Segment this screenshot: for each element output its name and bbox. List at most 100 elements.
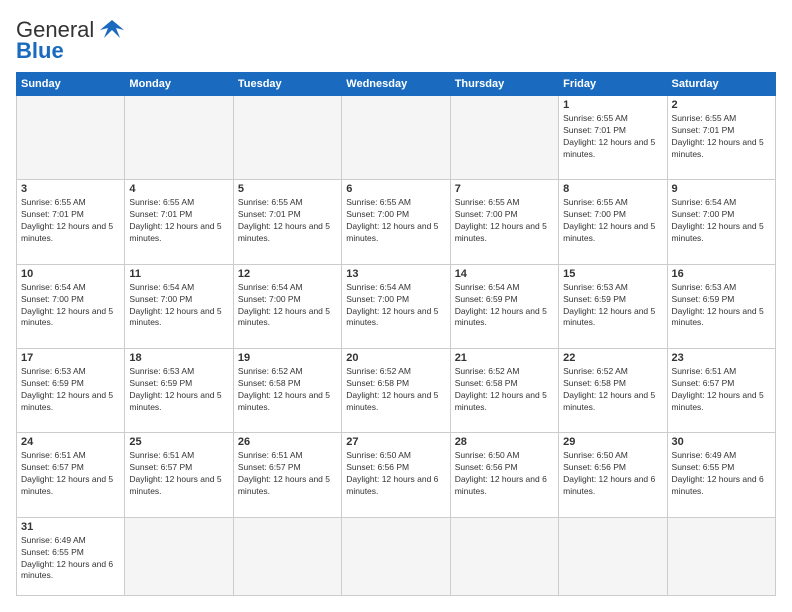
day-number: 1 <box>563 99 662 111</box>
week-row-1: 1 Sunrise: 6:55 AM Sunset: 7:01 PM Daylig… <box>17 96 776 180</box>
weekday-header-saturday: Saturday <box>667 73 775 96</box>
calendar-cell <box>667 517 775 595</box>
calendar-cell: 25Sunrise: 6:51 AM Sunset: 6:57 PM Dayli… <box>125 433 233 517</box>
day-info: Sunrise: 6:51 AM Sunset: 6:57 PM Dayligh… <box>238 450 337 498</box>
day-number: 15 <box>563 268 662 280</box>
week-row-6: 31Sunrise: 6:49 AM Sunset: 6:55 PM Dayli… <box>17 517 776 595</box>
calendar-cell <box>17 96 125 180</box>
calendar-cell: 11 Sunrise: 6:54 AM Sunset: 7:00 PM Dayli… <box>125 264 233 348</box>
calendar-cell <box>233 517 341 595</box>
calendar-cell <box>450 96 558 180</box>
day-info: Sunrise: 6:52 AM Sunset: 6:58 PM Dayligh… <box>238 366 337 414</box>
day-number: 30 <box>672 436 771 448</box>
day-number: 13 <box>346 268 445 280</box>
day-info: Sunrise: 6:54 AM Sunset: 6:59 PM Dayligh… <box>455 282 554 330</box>
day-number: 3 <box>21 183 120 195</box>
calendar-table: SundayMondayTuesdayWednesdayThursdayFrid… <box>16 72 776 596</box>
day-info: Sunrise: 6:53 AM Sunset: 6:59 PM Dayligh… <box>563 282 662 330</box>
day-info: Sunrise: 6:52 AM Sunset: 6:58 PM Dayligh… <box>455 366 554 414</box>
day-number: 8 <box>563 183 662 195</box>
calendar-cell: 15 Sunrise: 6:53 AM Sunset: 6:59 PM Dayli… <box>559 264 667 348</box>
day-number: 26 <box>238 436 337 448</box>
day-info: Sunrise: 6:49 AM Sunset: 6:55 PM Dayligh… <box>672 450 771 498</box>
calendar-cell <box>342 517 450 595</box>
calendar-cell <box>342 96 450 180</box>
day-number: 5 <box>238 183 337 195</box>
calendar-cell: 13 Sunrise: 6:54 AM Sunset: 7:00 PM Dayli… <box>342 264 450 348</box>
day-info: Sunrise: 6:54 AM Sunset: 7:00 PM Dayligh… <box>238 282 337 330</box>
calendar-cell: 6 Sunrise: 6:55 AM Sunset: 7:00 PM Daylig… <box>342 180 450 264</box>
weekday-header-thursday: Thursday <box>450 73 558 96</box>
header: General Blue <box>16 16 776 64</box>
day-number: 18 <box>129 352 228 364</box>
calendar-cell: 30 Sunrise: 6:49 AM Sunset: 6:55 PM Dayli… <box>667 433 775 517</box>
day-number: 4 <box>129 183 228 195</box>
day-number: 23 <box>672 352 771 364</box>
day-info: Sunrise: 6:55 AM Sunset: 7:00 PM Dayligh… <box>455 197 554 245</box>
logo: General Blue <box>16 16 128 64</box>
day-info: Sunrise: 6:53 AM Sunset: 6:59 PM Dayligh… <box>672 282 771 330</box>
week-row-3: 10 Sunrise: 6:54 AM Sunset: 7:00 PM Dayli… <box>17 264 776 348</box>
calendar-cell: 24Sunrise: 6:51 AM Sunset: 6:57 PM Dayli… <box>17 433 125 517</box>
calendar-cell: 1 Sunrise: 6:55 AM Sunset: 7:01 PM Daylig… <box>559 96 667 180</box>
calendar-cell: 23 Sunrise: 6:51 AM Sunset: 6:57 PM Dayli… <box>667 349 775 433</box>
calendar-cell: 22 Sunrise: 6:52 AM Sunset: 6:58 PM Dayli… <box>559 349 667 433</box>
day-number: 11 <box>129 268 228 280</box>
day-info: Sunrise: 6:54 AM Sunset: 7:00 PM Dayligh… <box>21 282 120 330</box>
day-info: Sunrise: 6:50 AM Sunset: 6:56 PM Dayligh… <box>346 450 445 498</box>
day-info: Sunrise: 6:51 AM Sunset: 6:57 PM Dayligh… <box>672 366 771 414</box>
day-number: 29 <box>563 436 662 448</box>
weekday-header-wednesday: Wednesday <box>342 73 450 96</box>
day-info: Sunrise: 6:54 AM Sunset: 7:00 PM Dayligh… <box>672 197 771 245</box>
calendar-cell: 21 Sunrise: 6:52 AM Sunset: 6:58 PM Dayli… <box>450 349 558 433</box>
day-number: 10 <box>21 268 120 280</box>
calendar-cell: 10 Sunrise: 6:54 AM Sunset: 7:00 PM Dayli… <box>17 264 125 348</box>
calendar-cell: 4Sunrise: 6:55 AM Sunset: 7:01 PM Daylig… <box>125 180 233 264</box>
calendar-cell: 29Sunrise: 6:50 AM Sunset: 6:56 PM Dayli… <box>559 433 667 517</box>
day-number: 6 <box>346 183 445 195</box>
calendar-cell: 16 Sunrise: 6:53 AM Sunset: 6:59 PM Dayli… <box>667 264 775 348</box>
day-info: Sunrise: 6:53 AM Sunset: 6:59 PM Dayligh… <box>129 366 228 414</box>
week-row-4: 17 Sunrise: 6:53 AM Sunset: 6:59 PM Dayli… <box>17 349 776 433</box>
day-info: Sunrise: 6:55 AM Sunset: 7:00 PM Dayligh… <box>563 197 662 245</box>
calendar-cell: 8 Sunrise: 6:55 AM Sunset: 7:00 PM Daylig… <box>559 180 667 264</box>
day-number: 22 <box>563 352 662 364</box>
day-number: 16 <box>672 268 771 280</box>
calendar-cell: 18 Sunrise: 6:53 AM Sunset: 6:59 PM Dayli… <box>125 349 233 433</box>
day-info: Sunrise: 6:52 AM Sunset: 6:58 PM Dayligh… <box>346 366 445 414</box>
calendar-cell: 20 Sunrise: 6:52 AM Sunset: 6:58 PM Dayli… <box>342 349 450 433</box>
calendar-cell: 28Sunrise: 6:50 AM Sunset: 6:56 PM Dayli… <box>450 433 558 517</box>
calendar-cell: 26 Sunrise: 6:51 AM Sunset: 6:57 PM Dayli… <box>233 433 341 517</box>
day-number: 7 <box>455 183 554 195</box>
logo-blue: Blue <box>16 38 64 64</box>
calendar-cell: 14 Sunrise: 6:54 AM Sunset: 6:59 PM Dayli… <box>450 264 558 348</box>
calendar-cell <box>450 517 558 595</box>
day-info: Sunrise: 6:54 AM Sunset: 7:00 PM Dayligh… <box>129 282 228 330</box>
day-info: Sunrise: 6:55 AM Sunset: 7:01 PM Dayligh… <box>672 113 771 161</box>
calendar-cell: 3 Sunrise: 6:55 AM Sunset: 7:01 PM Daylig… <box>17 180 125 264</box>
day-number: 24 <box>21 436 120 448</box>
day-info: Sunrise: 6:55 AM Sunset: 7:01 PM Dayligh… <box>21 197 120 245</box>
day-info: Sunrise: 6:55 AM Sunset: 7:01 PM Dayligh… <box>238 197 337 245</box>
calendar-cell <box>125 517 233 595</box>
weekday-header-row: SundayMondayTuesdayWednesdayThursdayFrid… <box>17 73 776 96</box>
day-number: 25 <box>129 436 228 448</box>
day-info: Sunrise: 6:52 AM Sunset: 6:58 PM Dayligh… <box>563 366 662 414</box>
calendar-cell: 31Sunrise: 6:49 AM Sunset: 6:55 PM Dayli… <box>17 517 125 595</box>
calendar-cell: 9 Sunrise: 6:54 AM Sunset: 7:00 PM Daylig… <box>667 180 775 264</box>
day-number: 21 <box>455 352 554 364</box>
day-number: 17 <box>21 352 120 364</box>
calendar-cell <box>559 517 667 595</box>
calendar-page: General Blue SundayMondayTuesdayWednesda… <box>0 0 792 612</box>
day-info: Sunrise: 6:54 AM Sunset: 7:00 PM Dayligh… <box>346 282 445 330</box>
day-number: 14 <box>455 268 554 280</box>
day-number: 9 <box>672 183 771 195</box>
day-number: 27 <box>346 436 445 448</box>
weekday-header-sunday: Sunday <box>17 73 125 96</box>
day-number: 20 <box>346 352 445 364</box>
day-info: Sunrise: 6:55 AM Sunset: 7:00 PM Dayligh… <box>346 197 445 245</box>
day-info: Sunrise: 6:55 AM Sunset: 7:01 PM Dayligh… <box>563 113 662 161</box>
weekday-header-tuesday: Tuesday <box>233 73 341 96</box>
calendar-cell: 12Sunrise: 6:54 AM Sunset: 7:00 PM Dayli… <box>233 264 341 348</box>
logo-bird-icon <box>96 16 128 44</box>
